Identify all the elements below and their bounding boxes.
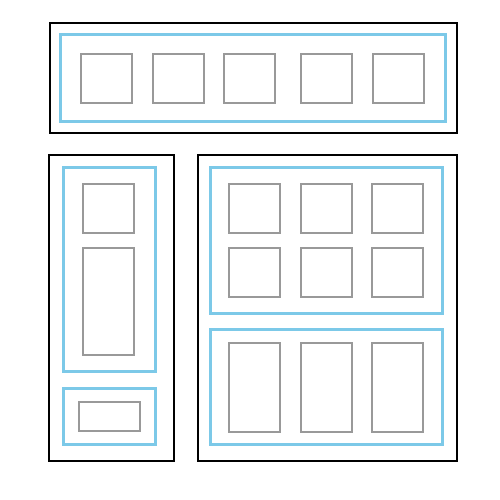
right-grid-cell <box>228 247 281 298</box>
right-grid-cell <box>300 183 353 234</box>
left-upper-tall-cell <box>82 247 135 356</box>
right-column-cell <box>228 342 281 433</box>
top-row-cell <box>152 53 205 104</box>
top-row-cell <box>372 53 425 104</box>
top-row-cell <box>80 53 133 104</box>
right-grid-cell <box>371 183 424 234</box>
layout-diagram <box>0 0 500 500</box>
right-grid-cell <box>300 247 353 298</box>
right-column-cell <box>371 342 424 433</box>
right-grid-cell <box>228 183 281 234</box>
left-upper-small-cell <box>82 183 135 234</box>
right-column-cell <box>300 342 353 433</box>
right-grid-cell <box>371 247 424 298</box>
top-row-cell <box>300 53 353 104</box>
left-lower-wide-cell <box>78 401 141 432</box>
top-row-cell <box>223 53 276 104</box>
